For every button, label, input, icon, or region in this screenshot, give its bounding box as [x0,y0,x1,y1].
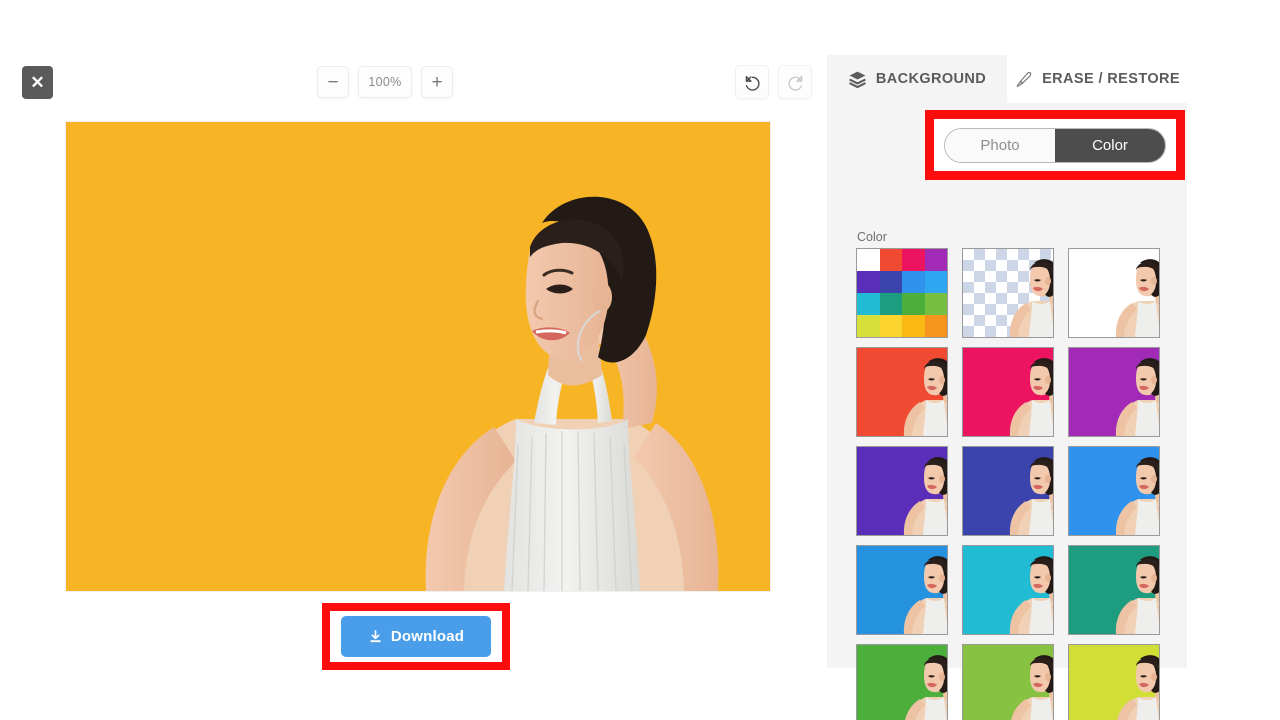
thumbnail-subject [903,556,947,634]
indigo-background[interactable] [962,446,1054,536]
picker-cell-0[interactable] [857,249,880,271]
minus-icon: − [327,71,339,93]
picker-cell-2[interactable] [902,249,925,271]
thumbnail-subject [1011,655,1053,720]
plus-icon: + [431,71,443,93]
tab-erase-restore-label: ERASE / RESTORE [1042,71,1180,87]
redo-icon [787,75,802,91]
picker-cell-6[interactable] [902,271,925,293]
download-button-label: Download [390,628,465,645]
layers-icon [848,71,866,88]
picker-cell-10[interactable] [902,293,925,315]
undo-button[interactable] [735,65,769,99]
picker-cell-11[interactable] [924,293,947,315]
download-button[interactable]: Download [341,616,491,657]
cyan-background[interactable] [962,545,1054,635]
download-icon [370,630,381,643]
teal-background[interactable] [1068,545,1160,635]
image-canvas[interactable] [65,121,771,592]
color-section-label: Color [857,230,887,244]
thumbnail-subject [1115,358,1159,436]
thumbnail-subject [905,655,947,720]
picker-cell-15[interactable] [924,315,947,337]
sidebar-panel: BACKGROUND ERASE / RESTORE Photo Color C… [827,55,1187,720]
picker-cell-7[interactable] [924,271,947,293]
thumbnail-subject [1115,556,1159,634]
red-background[interactable] [856,347,948,437]
thumbnail-subject [1009,457,1053,535]
toggle-option-color[interactable]: Color [1055,129,1165,162]
green-background[interactable] [856,644,948,720]
thumbnail-subject [1115,259,1159,337]
zoom-in-button[interactable]: + [421,66,453,98]
picker-cell-12[interactable] [857,315,880,337]
picker-cell-3[interactable] [924,249,947,271]
color-swatch-grid [856,248,1166,720]
thumbnail-subject [903,358,947,436]
zoom-out-button[interactable]: − [317,66,349,98]
sidebar-tabbar: BACKGROUND ERASE / RESTORE [827,55,1187,103]
brush-icon [1016,71,1032,87]
tab-background[interactable]: BACKGROUND [827,55,1007,103]
picker-cell-14[interactable] [902,315,925,337]
picker-cell-9[interactable] [879,293,902,315]
white-background[interactable] [1068,248,1160,338]
close-button[interactable]: ✕ [22,66,53,99]
thumbnail-subject [1117,655,1159,720]
sky-blue-background[interactable] [1068,446,1160,536]
thumbnail-subject [903,457,947,535]
lime-background[interactable] [1068,644,1160,720]
pink-background[interactable] [962,347,1054,437]
transparent-background[interactable] [962,248,1054,338]
tab-erase-restore[interactable]: ERASE / RESTORE [1007,55,1187,103]
tab-background-label: BACKGROUND [875,71,987,87]
picker-color-grid [857,249,947,337]
thumbnail-subject [1009,259,1053,337]
zoom-controls: − 100% + [317,66,453,98]
picker-cell-4[interactable] [857,271,880,293]
thumbnail-subject [1115,457,1159,535]
violet-background[interactable] [856,446,948,536]
background-type-toggle[interactable]: Photo Color [944,128,1166,163]
redo-button[interactable] [778,65,812,99]
picker-cell-8[interactable] [857,293,880,315]
editor-area: ✕ − 100% + Download [0,0,827,720]
close-icon: ✕ [30,73,45,92]
picker-cell-1[interactable] [879,249,902,271]
picker-cell-5[interactable] [879,271,902,293]
color-picker-swatch[interactable] [856,248,948,338]
app-root: ✕ − 100% + Download BACKGROUND ERASE / R… [0,0,1280,720]
light-green-background[interactable] [962,644,1054,720]
picker-cell-13[interactable] [879,315,902,337]
purple-background[interactable] [1068,347,1160,437]
subject-photo [425,196,719,591]
zoom-level-display[interactable]: 100% [358,66,412,98]
thumbnail-subject [1009,556,1053,634]
undo-icon [745,75,760,91]
thumbnail-subject [1009,358,1053,436]
history-controls [735,65,812,99]
blue-background[interactable] [856,545,948,635]
toggle-option-photo[interactable]: Photo [945,129,1055,162]
